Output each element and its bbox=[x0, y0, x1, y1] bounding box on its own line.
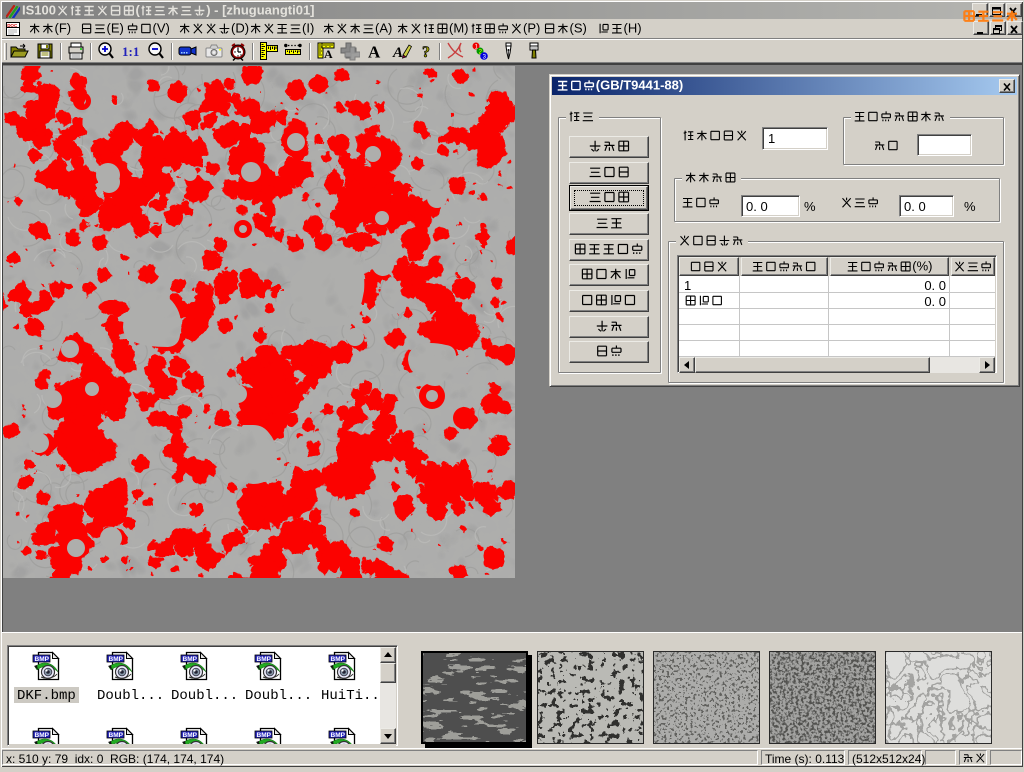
svg-text:BMP: BMP bbox=[35, 732, 50, 739]
svg-text:BMP: BMP bbox=[183, 656, 198, 663]
svg-text:BMP: BMP bbox=[109, 732, 124, 739]
svg-text:(D): (D) bbox=[231, 21, 249, 36]
svg-text:(S): (S) bbox=[570, 21, 587, 36]
svg-text:BMP: BMP bbox=[257, 656, 272, 663]
svg-text:(E): (E) bbox=[107, 21, 124, 36]
svg-text:(H): (H) bbox=[624, 21, 642, 36]
svg-text:(F): (F) bbox=[55, 21, 72, 36]
svg-text:BMP: BMP bbox=[183, 732, 198, 739]
svg-text:(P): (P) bbox=[523, 21, 540, 36]
svg-text:1:1: 1:1 bbox=[122, 44, 139, 59]
svg-text:BMP: BMP bbox=[35, 656, 50, 663]
svg-text:(I): (I) bbox=[302, 21, 314, 36]
svg-text:(M): (M) bbox=[449, 21, 469, 36]
svg-text:A: A bbox=[392, 45, 403, 61]
svg-text:A: A bbox=[324, 47, 333, 61]
svg-text:(GB/T9441-88): (GB/T9441-88) bbox=[596, 78, 683, 93]
svg-text:A: A bbox=[368, 43, 381, 62]
svg-text:BMP: BMP bbox=[331, 656, 346, 663]
svg-text:(%): (%) bbox=[912, 260, 932, 274]
svg-text:DOC: DOC bbox=[7, 23, 18, 28]
svg-text:(A): (A) bbox=[375, 21, 392, 36]
svg-text:) - [zhuguangti01]: ) - [zhuguangti01] bbox=[206, 3, 314, 18]
svg-text:IS100: IS100 bbox=[22, 3, 56, 18]
svg-text:?: ? bbox=[422, 44, 430, 61]
svg-text:(: ( bbox=[136, 3, 141, 18]
svg-text:BMP: BMP bbox=[109, 656, 124, 663]
svg-text:BMP: BMP bbox=[257, 732, 272, 739]
svg-text:(V): (V) bbox=[153, 21, 170, 36]
svg-text:BMP: BMP bbox=[331, 732, 346, 739]
